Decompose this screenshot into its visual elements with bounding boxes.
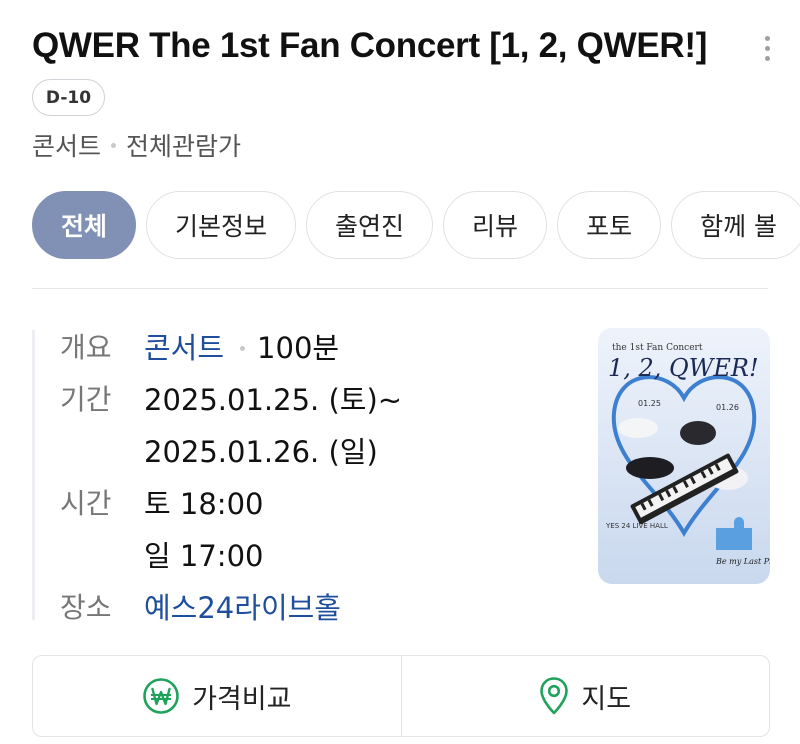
event-title: QWER The 1st Fan Concert [1, 2, QWER!] — [32, 26, 708, 65]
poster-artwork: the 1st Fan Concert 1, 2, QWER! 01.25 01… — [598, 328, 770, 584]
time-row: 시간 토 18:00 일 17:00 — [60, 478, 402, 582]
venue-label: 장소 — [60, 591, 112, 624]
won-icon — [143, 678, 179, 714]
venue-link[interactable]: 예스24라이브홀 — [144, 582, 341, 634]
map-label: 지도 — [581, 683, 632, 715]
period-label: 기간 — [60, 383, 112, 416]
tab-watch-together[interactable]: 함께 볼 — [671, 191, 800, 259]
tab-basic-info[interactable]: 기본정보 — [146, 191, 297, 259]
poster-venue: YES 24 LIVE HALL — [605, 522, 668, 530]
info-accent-bar — [32, 330, 35, 620]
time-saturday: 토 18:00 — [144, 487, 264, 521]
time-label: 시간 — [60, 487, 112, 520]
time-sunday: 일 17:00 — [144, 539, 264, 573]
price-compare-button[interactable]: 가격비교 — [33, 656, 401, 736]
tab-photos[interactable]: 포토 — [557, 191, 662, 259]
category-text: 콘서트 — [32, 132, 102, 161]
price-compare-label: 가격비교 — [192, 683, 292, 715]
tab-all[interactable]: 전체 — [32, 191, 137, 259]
event-meta: 콘서트 전체관람가 — [32, 127, 241, 163]
poster-tagline: Be my Last Piece — [715, 557, 770, 566]
genre-link[interactable]: 콘서트 — [144, 322, 224, 374]
runtime-text: 100분 — [257, 331, 340, 365]
period-start: 2025.01.25. (토)~ — [144, 383, 403, 417]
poster-date-2: 01.26 — [716, 403, 739, 412]
period-end: 2025.01.26. (일) — [144, 435, 378, 469]
venue-row: 장소 예스24라이브홀 — [60, 582, 402, 634]
event-poster-image[interactable]: the 1st Fan Concert 1, 2, QWER! 01.25 01… — [598, 328, 770, 584]
action-bar: 가격비교 지도 — [32, 655, 770, 737]
poster-subtitle: the 1st Fan Concert — [612, 343, 703, 353]
d-day-badge: D-10 — [32, 79, 105, 116]
section-divider — [32, 288, 768, 289]
event-detail-page: QWER The 1st Fan Concert [1, 2, QWER!] D… — [0, 0, 800, 744]
poster-title: 1, 2, QWER! — [608, 354, 759, 382]
more-options-icon[interactable] — [750, 28, 784, 68]
map-button[interactable]: 지도 — [400, 656, 770, 736]
tab-reviews[interactable]: 리뷰 — [443, 191, 548, 259]
separator-dot — [111, 142, 117, 148]
map-pin-icon — [540, 677, 569, 715]
overview-row: 개요 콘서트 100분 — [60, 322, 402, 374]
age-rating-text: 전체관람가 — [126, 132, 242, 161]
overview-label: 개요 — [60, 331, 112, 364]
event-info: 개요 콘서트 100분 기간 2025.01.25. (토)~ 2025.01.… — [60, 322, 402, 634]
poster-date-1: 01.25 — [638, 399, 661, 408]
tab-cast[interactable]: 출연진 — [306, 191, 434, 259]
tab-bar: 전체 기본정보 출연진 리뷰 포토 함께 볼 — [32, 191, 800, 259]
separator-dot — [240, 345, 246, 351]
period-row: 기간 2025.01.25. (토)~ 2025.01.26. (일) — [60, 374, 402, 478]
